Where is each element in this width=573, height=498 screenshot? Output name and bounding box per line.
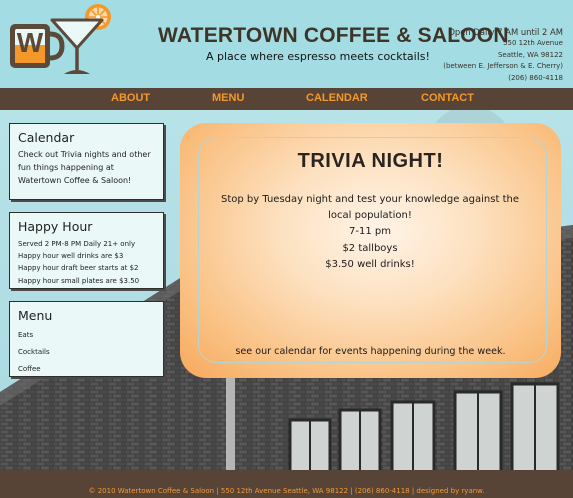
calendar-text: Check out Trivia nights and other fun th…	[18, 150, 151, 185]
happy-hour-item: Served 2 PM-8 PM Daily 21+ only	[18, 240, 136, 248]
menu-heading: Menu	[18, 308, 53, 323]
site-tagline: A place where espresso meets cocktails!	[206, 50, 430, 63]
cocktail-glass-logo-icon[interactable]: W	[6, 2, 118, 82]
nav-link-about[interactable]: ABOUT	[111, 92, 150, 104]
city-address: Seattle, WA 98122	[497, 50, 563, 59]
footer-text: © 2010 Watertown Coffee & Saloon | 550 1…	[88, 487, 485, 495]
feature-title: TRIVIA NIGHT!	[297, 150, 444, 172]
nav-link-contact[interactable]: CONTACT	[421, 92, 474, 104]
main-nav: ABOUT MENU CALENDAR CONTACT	[0, 88, 573, 110]
happy-hour-item: Happy hour small plates are $3.50	[18, 276, 140, 285]
contact-info: Open Daily 7 AM until 2 AM 550 12th Aven…	[443, 27, 563, 84]
cross-streets: (between E. Jefferson & E. Cherry)	[443, 62, 563, 71]
feature-body: Stop by Tuesday night and test your know…	[215, 192, 525, 273]
menu-link-cocktails[interactable]: Cocktails	[18, 344, 155, 361]
phone-number: (206) 860-4118	[508, 73, 563, 82]
site-footer: © 2010 Watertown Coffee & Saloon | 550 1…	[0, 470, 573, 498]
happy-hour-box: Happy Hour Served 2 PM-8 PM Daily 21+ on…	[9, 212, 164, 289]
happy-hour-item: Happy hour well drinks are $3	[18, 252, 124, 261]
feature-line: $3.50 well drinks!	[325, 258, 415, 270]
nav-link-menu[interactable]: MENU	[212, 92, 244, 104]
menu-link-eats[interactable]: Eats	[18, 327, 155, 344]
happy-hour-item: Happy hour draft beer starts at $2	[18, 264, 139, 273]
feature-footer-text: see our calendar for events happening du…	[235, 346, 506, 357]
calendar-box: Calendar Check out Trivia nights and oth…	[9, 123, 164, 200]
feature-line: Stop by Tuesday night and test your know…	[221, 194, 519, 205]
feature-line: local population!	[328, 210, 412, 222]
feature-line: 7-11 pm	[349, 226, 391, 238]
site-header: W WATERTOWN COFFEE & SALOON A place wher…	[0, 0, 573, 88]
menu-link-coffee[interactable]: Coffee	[18, 361, 155, 378]
happy-hour-heading: Happy Hour	[18, 219, 93, 234]
calendar-heading: Calendar	[18, 130, 75, 145]
opening-hours: Open Daily 7 AM until 2 AM	[448, 27, 563, 37]
menu-box: Menu Eats Cocktails Coffee	[9, 301, 164, 377]
logo-letter: W	[17, 27, 44, 58]
nav-link-calendar[interactable]: CALENDAR	[306, 92, 368, 104]
street-address: 550 12th Avenue	[503, 39, 563, 48]
feature-line: $2 tallboys	[342, 242, 398, 254]
